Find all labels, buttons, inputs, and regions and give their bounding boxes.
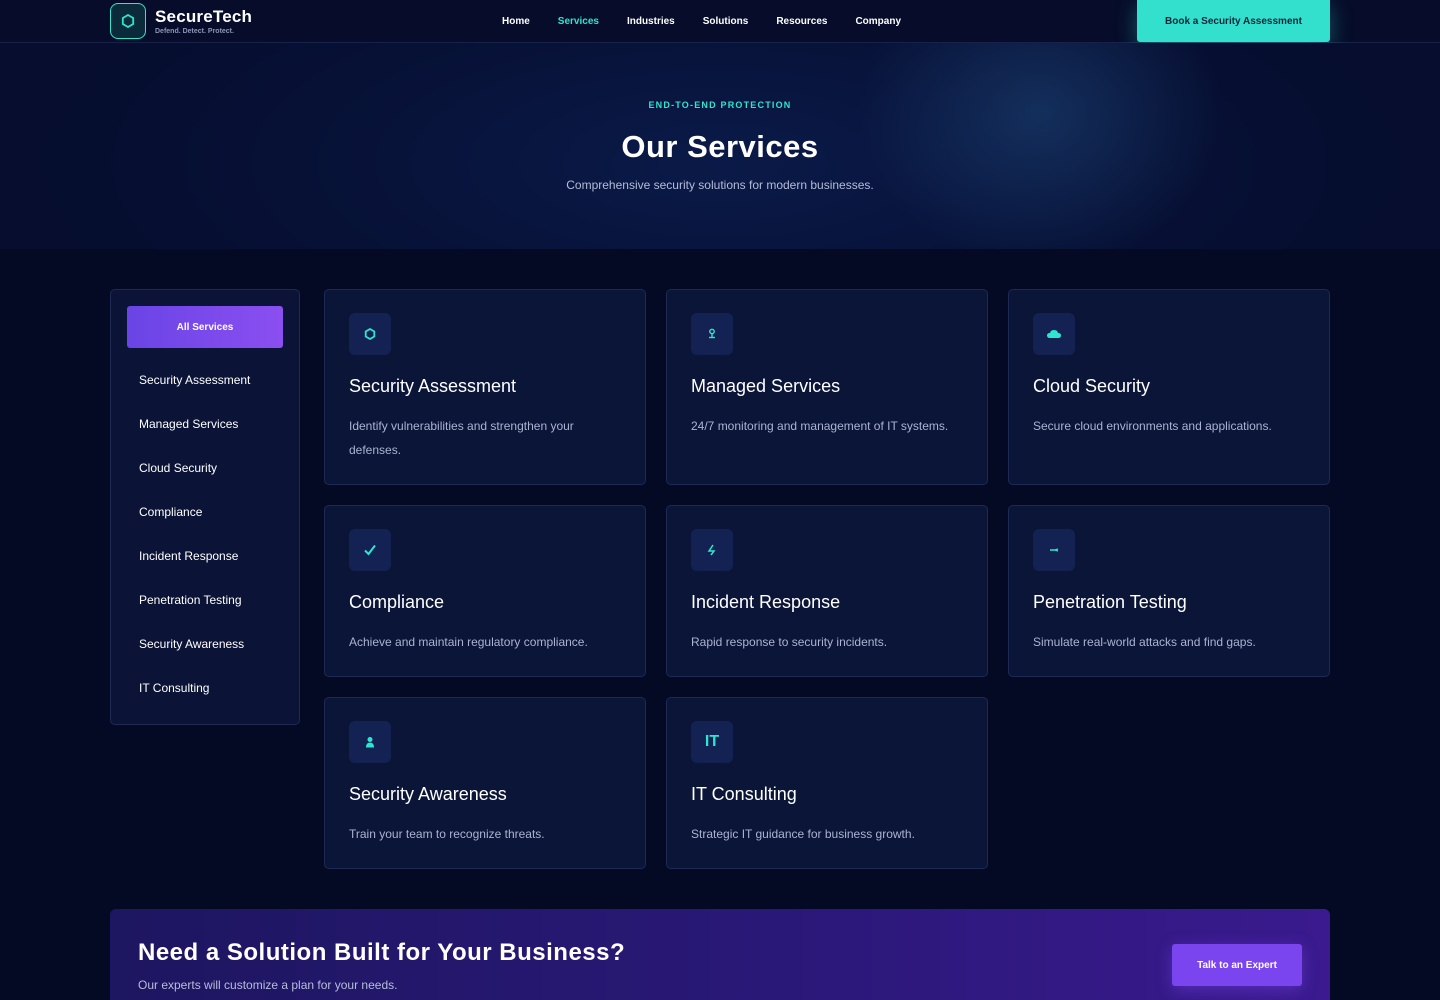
brand-name: SecureTech [155,6,253,26]
card-title: Managed Services [691,376,841,396]
nav-home[interactable]: Home [502,16,530,27]
card-description: Strategic IT guidance for business growt… [691,827,915,841]
hero-subtitle: Comprehensive security solutions for mod… [566,178,874,192]
card-title: Cloud Security [1033,376,1151,396]
card-description: Achieve and maintain regulatory complian… [349,635,588,649]
sidebar-item-penetration-testing[interactable]: Penetration Testing [139,593,242,607]
card-description: Train your team to recognize threats. [349,827,545,841]
service-card-security-awareness[interactable]: Security Awareness Train your team to re… [324,697,646,869]
hero-eyebrow: END-TO-END PROTECTION [648,100,792,110]
service-card-security-assessment[interactable]: Security Assessment Identify vulnerabili… [324,289,646,485]
card-description: Secure cloud environments and applicatio… [1033,419,1272,433]
it-text-icon: IT [691,721,733,763]
cta-title: Need a Solution Built for Your Business? [138,939,626,966]
service-card-managed-services[interactable]: Managed Services 24/7 monitoring and man… [666,289,988,485]
services-filter-sidebar: All Services Security Assessment Managed… [110,289,300,725]
sidebar-item-compliance[interactable]: Compliance [139,505,202,519]
sidebar-item-security-awareness[interactable]: Security Awareness [139,637,244,651]
cta-subtitle: Our experts will customize a plan for yo… [138,978,398,992]
person-icon [349,721,391,763]
logo[interactable]: SecureTech Defend. Detect. Protect. [110,3,252,39]
main-nav: Home Services Industries Solutions Resou… [502,0,929,43]
service-card-cloud-security[interactable]: Cloud Security Secure cloud environments… [1008,289,1330,485]
service-card-penetration-testing[interactable]: Penetration Testing Simulate real-world … [1008,505,1330,677]
nav-industries[interactable]: Industries [627,16,675,27]
card-description: Rapid response to security incidents. [691,635,888,649]
nav-company[interactable]: Company [855,16,901,27]
card-description: 24/7 monitoring and management of IT sys… [691,419,949,433]
card-title: Security Awareness [349,784,507,804]
nav-solutions[interactable]: Solutions [703,16,749,27]
card-title: Penetration Testing [1033,592,1187,612]
service-card-it-consulting[interactable]: IT IT Consulting Strategic IT guidance f… [666,697,988,869]
custom-solution-cta: Need a Solution Built for Your Business?… [110,909,1330,1000]
card-description: Simulate real-world attacks and find gap… [1033,635,1256,649]
card-title: Security Assessment [349,376,517,396]
sidebar-item-it-consulting[interactable]: IT Consulting [139,681,209,695]
card-title: Incident Response [691,592,841,612]
sidebar-item-cloud-security[interactable]: Cloud Security [139,461,217,475]
book-assessment-button[interactable]: Book a Security Assessment [1137,0,1330,42]
page-title: Our Services [621,129,819,164]
network-icon [691,313,733,355]
service-card-incident-response[interactable]: Incident Response Rapid response to secu… [666,505,988,677]
nav-services[interactable]: Services [558,16,599,27]
service-card-compliance[interactable]: Compliance Achieve and maintain regulato… [324,505,646,677]
checkmark-icon [349,529,391,571]
cloud-icon [1033,313,1075,355]
lightning-icon [691,529,733,571]
sidebar-item-security-assessment[interactable]: Security Assessment [139,373,250,387]
sidebar-item-managed-services[interactable]: Managed Services [139,417,238,431]
nav-resources[interactable]: Resources [776,16,827,27]
hero-section: END-TO-END PROTECTION Our Services Compr… [0,43,1440,249]
card-title: IT Consulting [691,784,797,804]
card-description: Identify vulnerabilities and strengthen … [349,419,574,457]
site-header: SecureTech Defend. Detect. Protect. Home… [0,0,1440,43]
target-icon [1033,529,1075,571]
card-title: Compliance [349,592,445,612]
hexagon-icon [349,313,391,355]
talk-to-expert-button[interactable]: Talk to an Expert [1172,944,1302,986]
brand-tagline: Defend. Detect. Protect. [155,27,234,35]
hexagon-icon [110,3,146,39]
sidebar-item-all-services[interactable]: All Services [127,306,283,348]
sidebar-item-incident-response[interactable]: Incident Response [139,549,238,563]
